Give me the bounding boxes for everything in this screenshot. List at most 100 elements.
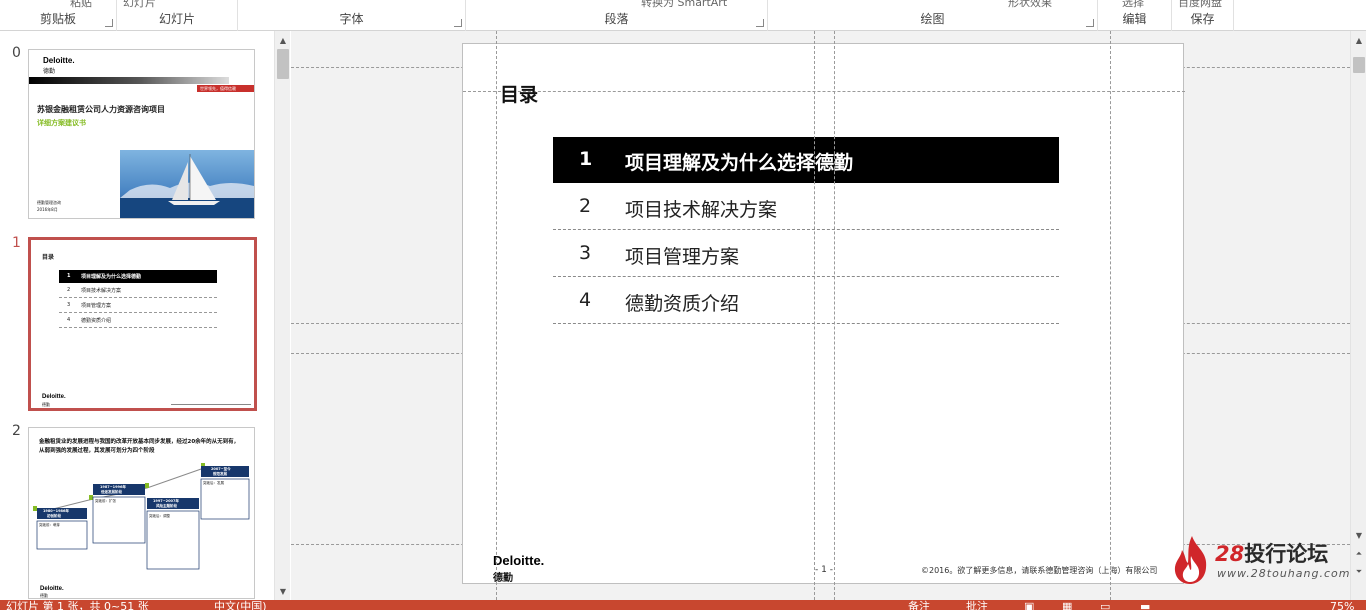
ribbon-group-editing[interactable]: 选择 编辑 [1098, 0, 1172, 31]
banner-red: 世界领先，值得信赖 [197, 85, 254, 92]
current-slide[interactable]: 目录 1 项目理解及为什么选择德勤 2 项目技术解决方案 3 项目管理方案 4 … [462, 43, 1185, 584]
ribbon-group-slides[interactable]: 幻灯片 幻灯片 [117, 0, 238, 31]
dialog-launcher-icon[interactable] [1086, 19, 1094, 27]
watermark-text: 28投行论坛 [1215, 542, 1329, 566]
dialog-launcher-icon[interactable] [105, 19, 113, 27]
baidu-netdisk-label[interactable]: 百度网盘 [1178, 0, 1222, 10]
stage-phase: 突破前：萌芽 [39, 523, 60, 527]
reading-view-icon[interactable]: ▭ [1100, 601, 1110, 610]
toc-row-number: 2 [579, 195, 592, 217]
ribbon-group-drawing[interactable]: 形状效果 绘图 [768, 0, 1098, 31]
previous-slide-icon[interactable]: ⏶ [1351, 546, 1366, 562]
stage-phase: 突破前：扩张 [95, 499, 116, 503]
scroll-thumb[interactable] [277, 49, 289, 79]
deloitte-logo: Deloitte. [40, 586, 64, 592]
thumbnail-brand-cn: 德勤 [40, 593, 48, 598]
shape-effects-label[interactable]: 形状效果 [1008, 0, 1052, 10]
toc-row-1[interactable]: 1 项目理解及为什么选择德勤 [553, 137, 1059, 183]
stage-name: 初创阶段 [47, 514, 61, 518]
ribbon: 粘贴 剪贴板 幻灯片 幻灯片 字体 转换为 SmartArt 段落 形状效果 绘… [0, 0, 1366, 31]
slide-count-status[interactable]: 幻灯片 第 1 张，共 0~51 张 [6, 601, 149, 610]
ribbon-group-font[interactable]: 字体 [238, 0, 466, 31]
ribbon-group-label: 保存 [1190, 12, 1215, 26]
powerpoint-window: 粘贴 剪贴板 幻灯片 幻灯片 字体 转换为 SmartArt 段落 形状效果 绘… [0, 0, 1366, 610]
paste-label[interactable]: 粘贴 [70, 0, 92, 10]
copyright-notice: ©2016。欲了解更多信息，请联系德勤管理咨询（上海）有限公司 [921, 566, 1158, 575]
watermark-url: www.28touhang.com [1217, 567, 1351, 580]
toc-row-3[interactable]: 3 项目管理方案 [553, 231, 1059, 277]
ribbon-group-clipboard[interactable]: 粘贴 剪贴板 [0, 0, 117, 31]
slide-thumbnail-1[interactable]: 目录 1 项目理解及为什么选择德勤 2 项目技术解决方案 3 项目管理方案 4 … [28, 237, 257, 411]
deloitte-logo: Deloitte. [43, 56, 75, 65]
horizontal-guide[interactable] [463, 91, 1185, 92]
thumbnail-footer-line1: 德勤管理咨询 [37, 200, 61, 205]
slide-title[interactable]: 目录 [500, 80, 538, 107]
toc-row-label: 项目理解及为什么选择德勤 [625, 152, 854, 174]
toc-row-label: 德勤资质介绍 [625, 293, 740, 315]
ribbon-group-label: 编辑 [1122, 12, 1147, 26]
toc-row-4[interactable]: 4 德勤资质介绍 [553, 278, 1059, 324]
page-number: - 1 - [815, 565, 833, 575]
dialog-launcher-icon[interactable] [756, 19, 764, 27]
dialog-launcher-icon[interactable] [454, 19, 462, 27]
comments-button[interactable]: 批注 [966, 601, 988, 610]
language-status[interactable]: 中文(中国) [214, 601, 267, 610]
stage-phase: 突破后：发展 [203, 481, 224, 485]
stage-name: 规范发展 [213, 472, 227, 476]
sailboat-image [120, 150, 254, 218]
slide-thumbnail-2[interactable]: 金融租赁业的发展进程与我国的改革开放基本同步发展，经过20余年的从无到有，从弱到… [28, 427, 255, 599]
thumbnail-footer-line [171, 404, 251, 405]
thumbnail-title: 苏银金融租赁公司人力资源咨询项目 [37, 105, 165, 114]
editor-scrollbar[interactable]: ▲ ▼ ⏶ ⏷ [1350, 31, 1366, 600]
vertical-guide[interactable] [1110, 31, 1111, 600]
scroll-up-icon[interactable]: ▲ [275, 33, 291, 49]
stage-name: 低迷发展阶段 [101, 490, 122, 494]
flame-icon [1174, 536, 1207, 584]
thumbnail-row: 2 项目技术解决方案 [59, 283, 217, 298]
thumbnail-row: 3 项目管理方案 [59, 298, 217, 313]
thumbnail-title: 目录 [42, 254, 55, 261]
ribbon-group-label: 剪贴板 [39, 12, 76, 26]
select-label[interactable]: 选择 [1122, 0, 1144, 10]
toc-row-label: 项目技术解决方案 [625, 199, 778, 221]
toc-row-label: 项目管理方案 [625, 246, 740, 268]
toc-row-number: 1 [579, 148, 593, 170]
ribbon-group-label: 段落 [604, 12, 629, 26]
toc-row-number: 3 [579, 242, 592, 264]
scroll-up-icon[interactable]: ▲ [1351, 33, 1366, 49]
deloitte-logo: Deloitte. [42, 394, 66, 400]
smartart-label[interactable]: 转换为 SmartArt [641, 0, 727, 10]
vertical-guide[interactable] [496, 31, 497, 600]
ribbon-group-label: 字体 [339, 12, 364, 26]
slide-editing-area[interactable]: 目录 1 项目理解及为什么选择德勤 2 项目技术解决方案 3 项目管理方案 4 … [291, 31, 1350, 600]
vertical-guide[interactable] [834, 31, 835, 600]
thumbnail-footer-line2: 2016年8月 [37, 207, 58, 212]
deloitte-logo: Deloitte. [493, 553, 545, 568]
stage-phase: 突破后：调整 [149, 514, 170, 518]
thumbnail-scrollbar[interactable]: ▲ ▼ [274, 31, 290, 600]
notes-button[interactable]: 备注 [908, 601, 930, 610]
slide-sorter-icon[interactable]: ▦ [1062, 601, 1072, 610]
thumbnail-subtitle: 详细方案建议书 [37, 119, 86, 127]
toc-row-number: 4 [579, 289, 592, 311]
thumbnail-brand-cn: 德勤 [43, 68, 56, 75]
scroll-down-icon[interactable]: ▼ [1351, 528, 1366, 544]
slide-thumbnail-pane[interactable]: 0 Deloitte. 德勤 世界领先，值得信赖 苏银金融租赁公司人力资源咨询项… [0, 31, 290, 600]
thumbnail-number: 1 [12, 235, 21, 251]
toc-row-2[interactable]: 2 项目技术解决方案 [553, 184, 1059, 230]
zoom-level[interactable]: 75% [1330, 601, 1354, 610]
thumbnail-number: 2 [12, 423, 21, 439]
stage-name: 风险主题阶段 [156, 504, 177, 508]
thumbnail-title: 金融租赁业的发展进程与我国的改革开放基本同步发展，经过20余年的从无到有，从弱到… [39, 439, 240, 454]
slideshow-icon[interactable]: ▬ [1140, 601, 1150, 610]
ribbon-group-paragraph[interactable]: 转换为 SmartArt 段落 [466, 0, 768, 31]
normal-view-icon[interactable]: ▣ [1024, 601, 1034, 610]
header-gradient-bar [29, 77, 229, 84]
vertical-guide[interactable] [814, 31, 815, 600]
ribbon-group-save[interactable]: 百度网盘 保存 [1172, 0, 1234, 31]
new-slide-label[interactable]: 幻灯片 [123, 0, 156, 10]
slide-thumbnail-0[interactable]: Deloitte. 德勤 世界领先，值得信赖 苏银金融租赁公司人力资源咨询项目 … [28, 49, 255, 219]
next-slide-icon[interactable]: ⏷ [1351, 564, 1366, 580]
scroll-thumb[interactable] [1353, 57, 1365, 73]
scroll-down-icon[interactable]: ▼ [275, 584, 291, 600]
